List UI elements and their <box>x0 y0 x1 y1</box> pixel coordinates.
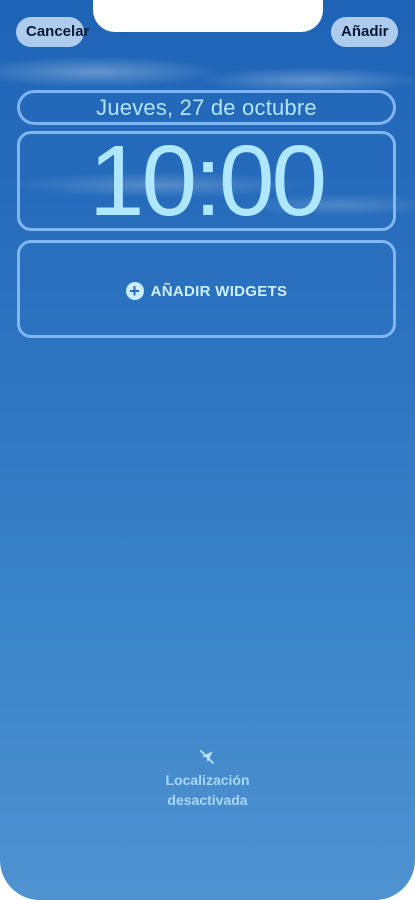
location-status-line-2: desactivada <box>167 792 248 808</box>
location-status-line-1: Localización <box>165 772 250 788</box>
plus-circle-icon: + <box>125 282 144 300</box>
add-button[interactable]: Añadir <box>331 17 398 47</box>
add-widgets-area[interactable]: + AÑADIR WIDGETS <box>17 240 396 338</box>
device-notch <box>93 0 323 32</box>
wallpaper: Cancelar Añadir Jueves, 27 de octubre 10… <box>0 0 415 900</box>
date-label: Jueves, 27 de octubre <box>96 95 317 120</box>
time-label: 10:00 <box>88 125 327 237</box>
add-widgets-label: AÑADIR WIDGETS <box>150 282 288 300</box>
date-widget-frame[interactable]: Jueves, 27 de octubre <box>17 90 396 125</box>
location-status: Localización desactivada <box>145 770 270 810</box>
time-widget-frame[interactable]: 10:00 <box>17 131 396 231</box>
location-off-icon <box>200 750 214 764</box>
add-widgets-button[interactable]: + AÑADIR WIDGETS <box>20 277 393 305</box>
lock-screen-editor: Cancelar Añadir Jueves, 27 de octubre 10… <box>0 0 415 900</box>
cancel-button[interactable]: Cancelar <box>16 17 89 47</box>
